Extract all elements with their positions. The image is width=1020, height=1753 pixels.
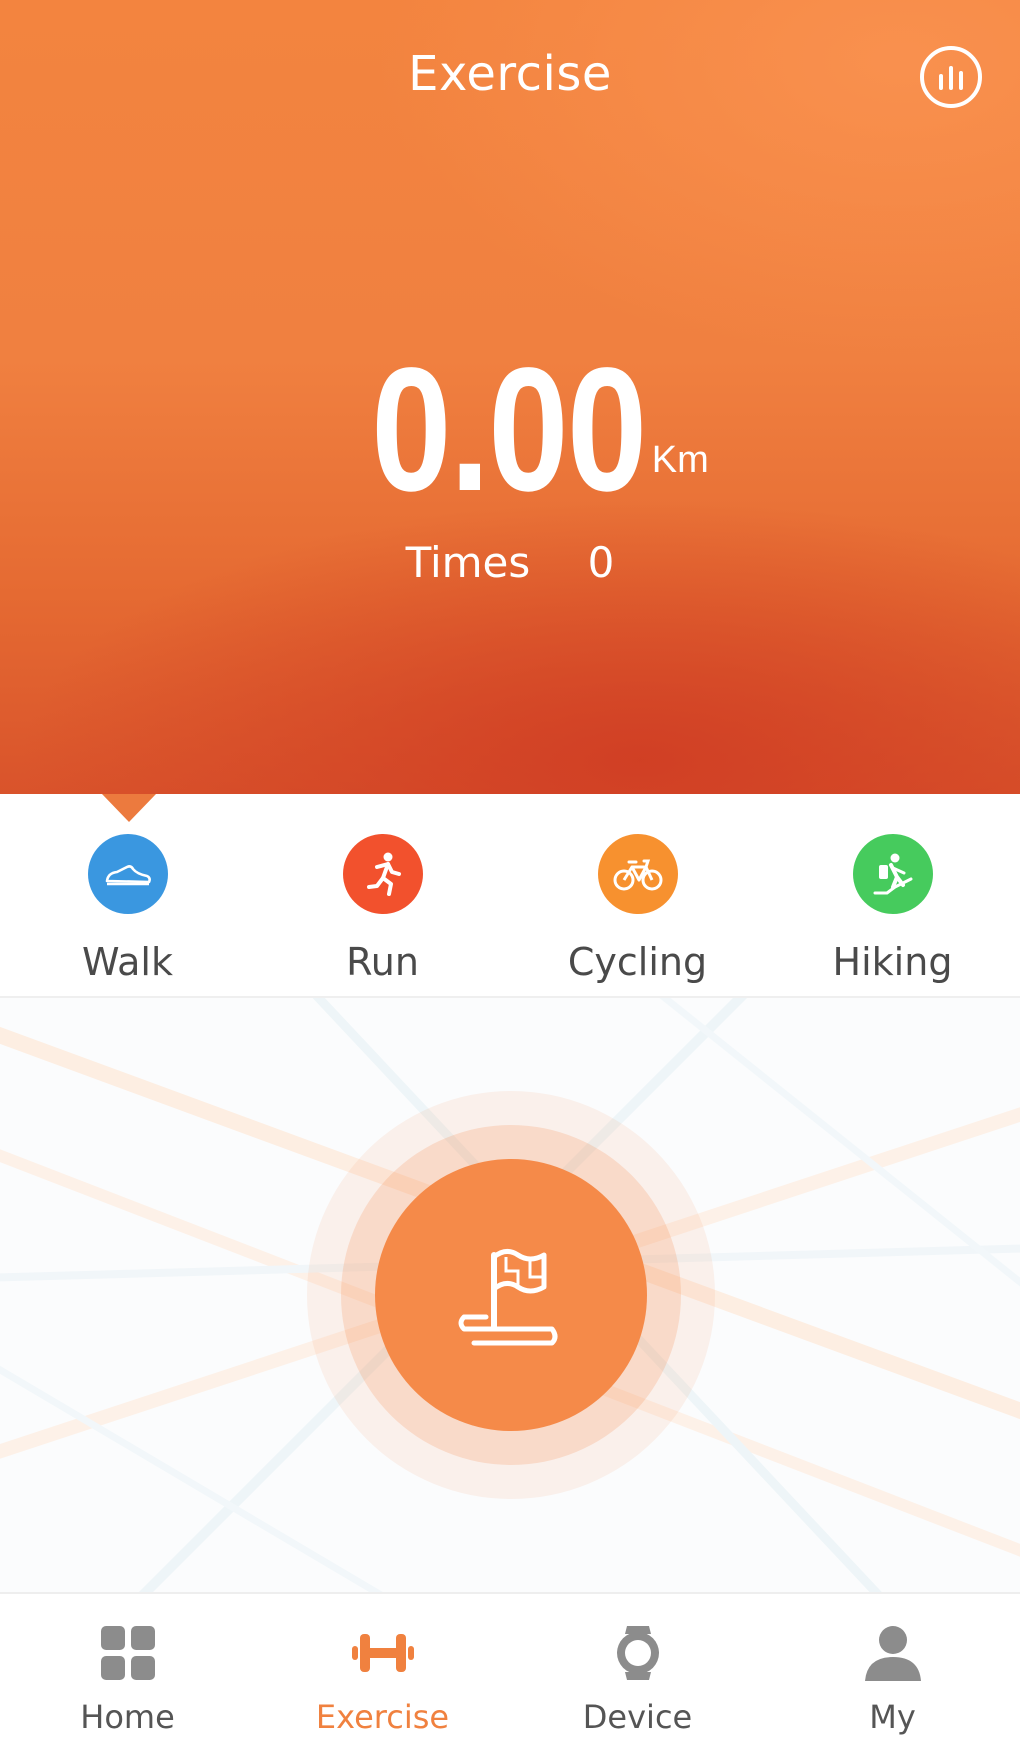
- nav-exercise[interactable]: Exercise: [255, 1620, 510, 1750]
- tab-walk-label: Walk: [82, 940, 173, 984]
- hiker-icon: [852, 834, 933, 914]
- page-title: Exercise: [408, 46, 612, 102]
- person-icon: [864, 1626, 921, 1681]
- distance-display: 0.00 Km: [0, 332, 1020, 528]
- shoe-icon: [87, 834, 168, 914]
- tab-hiking[interactable]: Hiking: [765, 834, 1020, 994]
- bar-chart-icon: [939, 66, 963, 90]
- tab-walk[interactable]: Walk: [0, 834, 255, 994]
- nav-exercise-label: Exercise: [315, 1698, 450, 1736]
- flag-icon: [458, 1249, 558, 1346]
- dumbbell-icon: [351, 1634, 414, 1672]
- bottom-navigation: Home Exercise Device My: [0, 1592, 1020, 1753]
- times-value: 0: [587, 538, 615, 587]
- bicycle-icon: [597, 834, 678, 914]
- nav-device-label: Device: [582, 1698, 693, 1736]
- exercise-summary-header: Exercise 0.00 Km Times 0: [0, 0, 1020, 794]
- tab-cycling-label: Cycling: [567, 940, 708, 984]
- grid-icon: [100, 1626, 155, 1680]
- nav-device[interactable]: Device: [510, 1620, 765, 1750]
- nav-home-label: Home: [80, 1698, 175, 1736]
- exercise-screen: Exercise 0.00 Km Times 0 Walk Run Cyclin…: [0, 0, 1020, 1753]
- times-label: Times: [405, 538, 531, 587]
- activity-tabs: Walk Run Cycling Hiking: [0, 794, 1020, 998]
- tab-run[interactable]: Run: [255, 834, 510, 994]
- tab-hiking-label: Hiking: [832, 940, 953, 984]
- start-exercise-button[interactable]: [375, 1159, 647, 1431]
- tab-run-label: Run: [346, 940, 419, 984]
- times-display: Times 0: [0, 538, 1020, 587]
- nav-my-label: My: [869, 1698, 916, 1736]
- selected-tab-pointer: [102, 794, 156, 822]
- map-background: [0, 998, 1020, 1592]
- distance-value: 0.00: [371, 332, 647, 528]
- statistics-button[interactable]: [920, 46, 982, 108]
- nav-my[interactable]: My: [765, 1620, 1020, 1750]
- watch-icon: [616, 1626, 659, 1680]
- distance-unit: Km: [651, 439, 709, 481]
- tab-cycling[interactable]: Cycling: [510, 834, 765, 994]
- nav-home[interactable]: Home: [0, 1620, 255, 1750]
- runner-icon: [342, 834, 423, 914]
